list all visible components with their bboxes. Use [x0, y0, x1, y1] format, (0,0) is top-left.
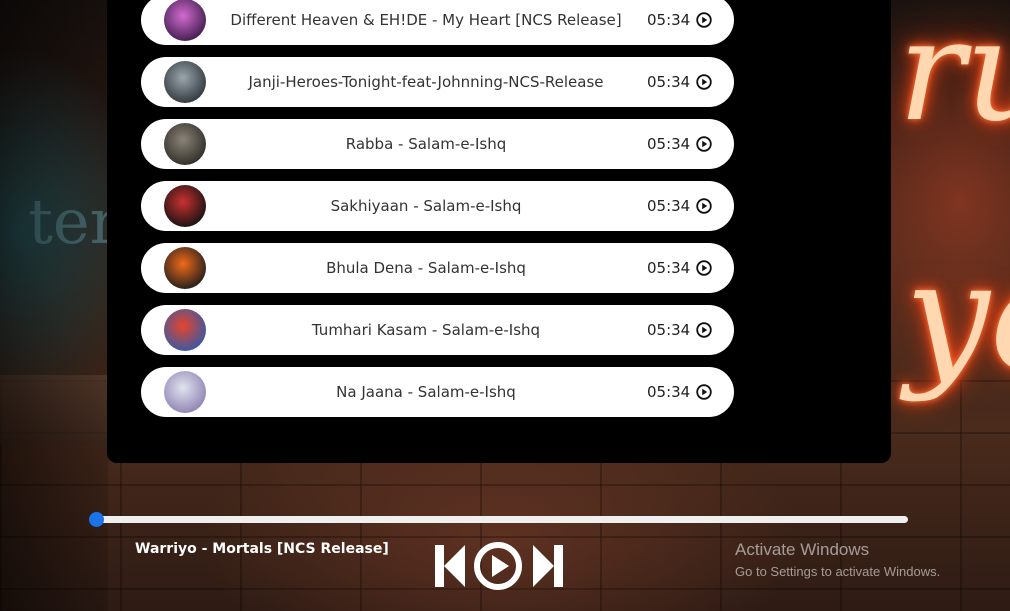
- play-circle-icon: [474, 542, 522, 590]
- skip-previous-icon: [435, 545, 465, 587]
- play-circle-icon[interactable]: [696, 136, 712, 152]
- play-button[interactable]: [473, 541, 523, 591]
- play-circle-icon[interactable]: [696, 322, 712, 338]
- track-title: Na Jaana - Salam-e-Ishq: [336, 383, 516, 401]
- track-duration: 05:34: [647, 11, 691, 29]
- now-playing-title: Warriyo - Mortals [NCS Release]: [135, 541, 389, 557]
- watermark-title: Activate Windows: [735, 540, 870, 559]
- playlist-item[interactable]: Sakhiyaan - Salam-e-Ishq 05:34: [141, 181, 734, 231]
- track-title: Tumhari Kasam - Salam-e-Ishq: [311, 321, 541, 339]
- playlist-item[interactable]: Tumhari Kasam - Salam-e-Ishq 05:34: [141, 305, 734, 355]
- playlist-item[interactable]: Bhula Dena - Salam-e-Ishq 05:34: [141, 243, 734, 293]
- play-circle-icon[interactable]: [696, 198, 712, 214]
- playlist-item[interactable]: Rabba - Salam-e-Ishq 05:34: [141, 119, 734, 169]
- track-title: Janji-Heroes-Tonight-feat-Johnning-NCS-R…: [248, 73, 604, 91]
- album-art-thumbnail: [164, 61, 206, 103]
- album-art-thumbnail: [164, 123, 206, 165]
- play-circle-icon[interactable]: [696, 260, 712, 276]
- progress-bar[interactable]: [97, 516, 908, 523]
- album-art-thumbnail: [164, 371, 206, 413]
- play-circle-icon[interactable]: [696, 384, 712, 400]
- track-duration: 05:34: [647, 73, 691, 91]
- playlist-item[interactable]: Na Jaana - Salam-e-Ishq 05:34: [141, 367, 734, 417]
- activate-windows-watermark: Activate Windows Go to Settings to activ…: [735, 540, 940, 579]
- album-art-thumbnail: [164, 185, 206, 227]
- track-duration: 05:34: [647, 135, 691, 153]
- album-art-thumbnail: [164, 309, 206, 351]
- track-duration: 05:34: [647, 321, 691, 339]
- playlist-item[interactable]: Different Heaven & EH!DE - My Heart [NCS…: [141, 0, 734, 45]
- play-circle-icon[interactable]: [696, 74, 712, 90]
- skip-next-icon: [533, 545, 563, 587]
- neon-sign: yo: [905, 230, 1010, 404]
- watermark-subtitle: Go to Settings to activate Windows.: [735, 564, 941, 579]
- track-title: Bhula Dena - Salam-e-Ishq: [326, 259, 526, 277]
- track-duration: 05:34: [647, 197, 691, 215]
- neon-sign: ru: [898, 0, 1010, 153]
- next-button[interactable]: [531, 541, 565, 591]
- album-art-thumbnail: [164, 0, 206, 41]
- playlist-item[interactable]: Janji-Heroes-Tonight-feat-Johnning-NCS-R…: [141, 57, 734, 107]
- previous-button[interactable]: [433, 541, 467, 591]
- album-art-thumbnail: [164, 247, 206, 289]
- track-duration: 05:34: [647, 259, 691, 277]
- track-title: Different Heaven & EH!DE - My Heart [NCS…: [230, 11, 622, 29]
- progress-handle[interactable]: [89, 512, 104, 527]
- track-duration: 05:34: [647, 383, 691, 401]
- play-circle-icon[interactable]: [696, 12, 712, 28]
- track-title: Sakhiyaan - Salam-e-Ishq: [330, 197, 522, 215]
- track-title: Rabba - Salam-e-Ishq: [345, 135, 507, 153]
